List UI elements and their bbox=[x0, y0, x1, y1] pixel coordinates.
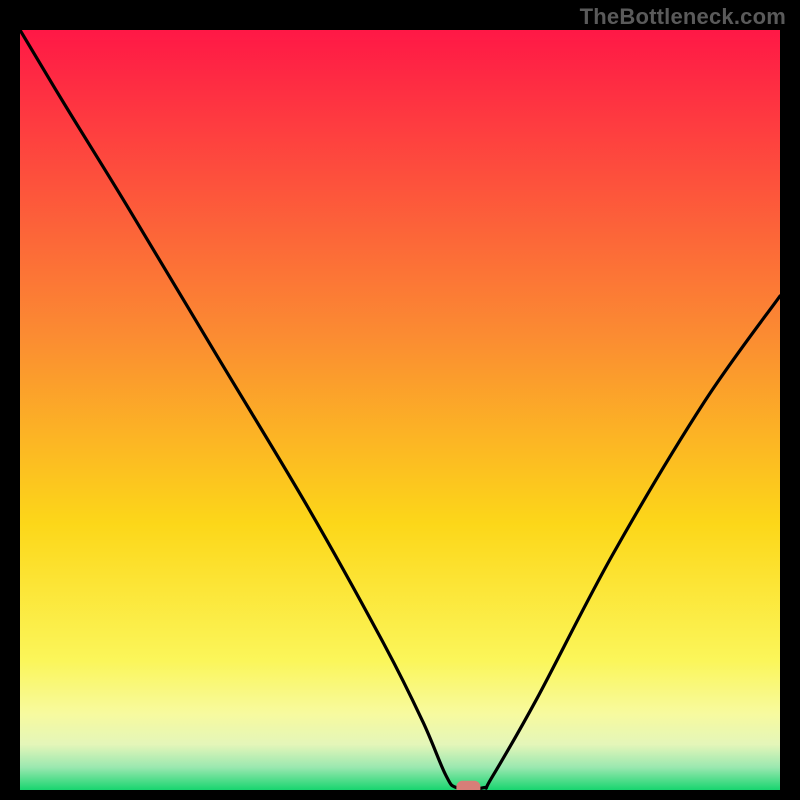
optimal-point-marker bbox=[456, 781, 480, 790]
plot-area bbox=[20, 30, 780, 790]
watermark-text: TheBottleneck.com bbox=[580, 4, 786, 30]
bottleneck-chart bbox=[20, 30, 780, 790]
chart-frame: TheBottleneck.com bbox=[0, 0, 800, 800]
